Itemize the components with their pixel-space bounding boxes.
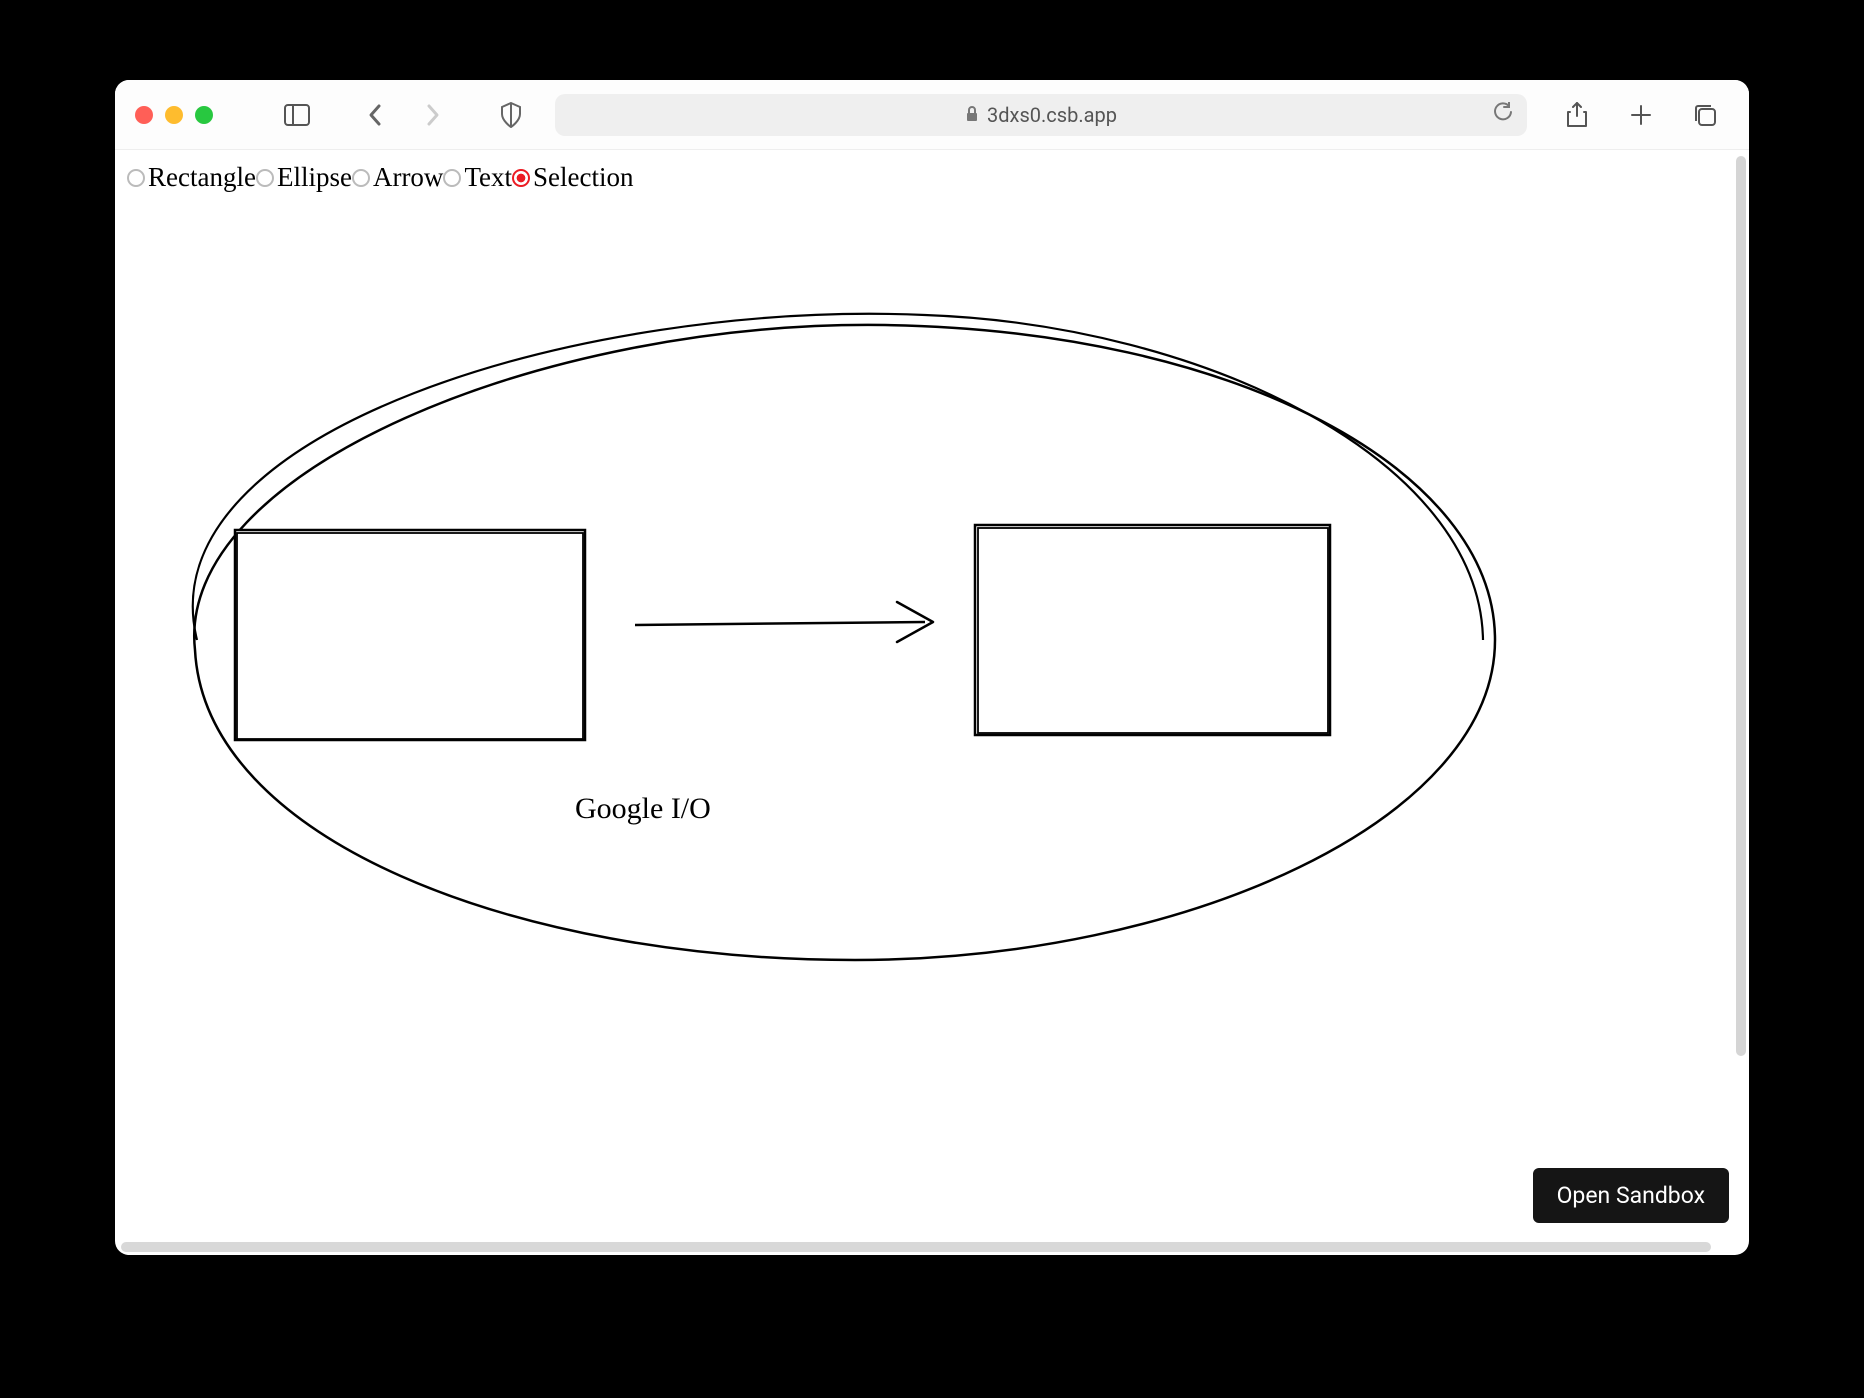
rectangle-left-stroke2 xyxy=(237,533,583,739)
radio-icon xyxy=(512,169,530,187)
nav-forward-icon[interactable] xyxy=(419,101,447,129)
tool-label: Selection xyxy=(533,162,633,193)
radio-icon xyxy=(443,169,461,187)
nav-back-icon[interactable] xyxy=(361,101,389,129)
tool-label: Ellipse xyxy=(277,162,352,193)
arrow-head xyxy=(897,602,933,642)
shield-icon[interactable] xyxy=(497,101,525,129)
new-tab-icon[interactable] xyxy=(1627,101,1655,129)
canvas-text-label[interactable]: Google I/O xyxy=(575,792,711,826)
content-area: Rectangle Ellipse Arrow Text Selection xyxy=(115,150,1749,1255)
rectangle-right[interactable] xyxy=(975,525,1330,735)
sidebar-toggle-icon[interactable] xyxy=(283,101,311,129)
tool-arrow[interactable]: Arrow xyxy=(352,162,443,193)
open-sandbox-button[interactable]: Open Sandbox xyxy=(1533,1168,1729,1223)
tool-label: Text xyxy=(464,162,512,193)
tabs-overview-icon[interactable] xyxy=(1691,101,1719,129)
tool-label: Rectangle xyxy=(148,162,256,193)
rectangle-right-stroke2 xyxy=(978,528,1328,733)
reload-icon[interactable] xyxy=(1493,102,1513,127)
ellipse-shape[interactable] xyxy=(194,325,1495,960)
share-icon[interactable] xyxy=(1563,101,1591,129)
minimize-button[interactable] xyxy=(165,106,183,124)
tool-rectangle[interactable]: Rectangle xyxy=(127,162,256,193)
browser-titlebar: 3dxs0.csb.app xyxy=(115,80,1749,150)
drawing-canvas[interactable] xyxy=(115,150,1749,1255)
browser-window: 3dxs0.csb.app Rectangle El xyxy=(115,80,1749,1255)
tool-label: Arrow xyxy=(373,162,443,193)
arrow-line[interactable] xyxy=(635,622,925,625)
tool-ellipse[interactable]: Ellipse xyxy=(256,162,352,193)
address-bar[interactable]: 3dxs0.csb.app xyxy=(555,94,1527,136)
vertical-scrollbar[interactable] xyxy=(1736,156,1746,1056)
radio-icon xyxy=(256,169,274,187)
url-text: 3dxs0.csb.app xyxy=(987,103,1117,127)
radio-icon xyxy=(127,169,145,187)
toolbar-right xyxy=(1563,101,1719,129)
close-button[interactable] xyxy=(135,106,153,124)
tool-picker: Rectangle Ellipse Arrow Text Selection xyxy=(127,162,634,193)
tool-selection[interactable]: Selection xyxy=(512,162,633,193)
horizontal-scrollbar[interactable] xyxy=(121,1242,1711,1252)
radio-icon xyxy=(352,169,370,187)
ellipse-shape-stroke2 xyxy=(193,314,1483,640)
rectangle-left[interactable] xyxy=(235,530,585,740)
maximize-button[interactable] xyxy=(195,106,213,124)
window-controls xyxy=(135,106,213,124)
tool-text[interactable]: Text xyxy=(443,162,512,193)
lock-icon xyxy=(965,103,979,127)
